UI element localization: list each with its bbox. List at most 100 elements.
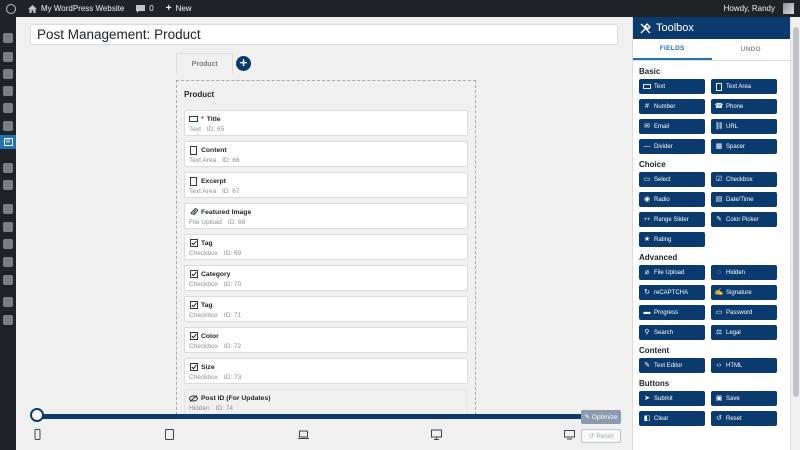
form-field-card[interactable]: Tag Checkbox ID: 69 <box>184 234 468 260</box>
add-field-button-radio[interactable]: ◉ Radio <box>639 192 705 207</box>
tab-product[interactable]: Product <box>176 53 233 73</box>
form-field-card[interactable]: Size Checkbox ID: 73 <box>184 358 468 384</box>
magic-wand-icon: ✎ <box>584 414 590 421</box>
field-id: ID: 66 <box>222 157 240 164</box>
preview-width-slider[interactable] <box>36 414 586 419</box>
add-field-button-recaptcha[interactable]: ↻ reCAPTCHA <box>639 285 705 300</box>
add-field-button-label: Signature <box>726 289 752 296</box>
collapse-menu-icon[interactable] <box>3 315 13 325</box>
tablet-device-icon[interactable] <box>164 429 175 440</box>
text-field-icon <box>643 83 651 90</box>
add-field-button-phone[interactable]: ☎ Phone <box>711 99 777 114</box>
add-field-button-progress[interactable]: ▬ Progress <box>639 305 705 320</box>
settings-menu-icon[interactable] <box>3 275 13 285</box>
add-field-button-text-area[interactable]: Text Area <box>711 79 777 94</box>
form-title-input[interactable] <box>30 24 618 45</box>
add-field-button-clear[interactable]: ◧ Clear <box>639 411 705 426</box>
admin-menu: W <box>0 17 16 450</box>
wordpress-logo-icon[interactable] <box>0 0 22 17</box>
add-field-button-rating[interactable]: ★ Rating <box>639 232 705 247</box>
toolbox-section-title: Choice <box>639 160 666 169</box>
add-field-button-label: Phone <box>726 103 744 110</box>
field-meta: Text ID: 65 <box>189 126 463 133</box>
form-field-card[interactable]: * Title Text ID: 65 <box>184 110 468 136</box>
optimize-button[interactable]: ✎ Optimize <box>581 410 621 424</box>
add-field-button-spacer[interactable]: ▦ Spacer <box>711 139 777 154</box>
add-field-button-date-time[interactable]: ▤ Date/Time <box>711 192 777 207</box>
add-field-button-file-upload[interactable]: ⌀ File Upload <box>639 265 705 280</box>
field-type: Checkbox <box>189 281 218 288</box>
toolbox-section-title: Advanced <box>639 253 678 262</box>
field-card-header: Post ID (For Updates) <box>189 393 463 403</box>
form-field-card[interactable]: Color Checkbox ID: 72 <box>184 327 468 353</box>
comments-menu-icon[interactable] <box>3 103 13 113</box>
comments-link[interactable]: 0 <box>130 0 159 17</box>
textarea-icon <box>189 145 198 155</box>
tab-fields[interactable]: FIELDS <box>633 39 712 60</box>
products-menu-icon[interactable] <box>3 180 13 190</box>
add-field-button-reset[interactable]: ↺ Reset <box>711 411 777 426</box>
add-field-button-number[interactable]: # Number <box>639 99 705 114</box>
add-field-button-select[interactable]: ▭ Select <box>639 172 705 187</box>
add-field-button-submit[interactable]: ➤ Submit <box>639 391 705 406</box>
new-content-link[interactable]: + New <box>160 0 198 17</box>
add-field-button-signature[interactable]: ✍ Signature <box>711 285 777 300</box>
form-builder-menu-icon[interactable]: W <box>0 135 16 149</box>
widescreen-device-icon[interactable] <box>564 429 575 440</box>
form-field-card[interactable]: Excerpt Text Area ID: 67 <box>184 172 468 198</box>
add-field-button-color-picker[interactable]: ✎ Color Picker <box>711 212 777 227</box>
tab-undo[interactable]: UNDO <box>712 39 791 60</box>
add-field-button-url[interactable]: ⛓ URL <box>711 119 777 134</box>
form-field-card[interactable]: Tag Checkbox ID: 71 <box>184 296 468 322</box>
slider-handle[interactable] <box>30 408 44 422</box>
dashboard-menu-icon[interactable] <box>3 33 13 43</box>
add-field-button-email[interactable]: ✉ Email <box>639 119 705 134</box>
appearance-menu-icon[interactable] <box>3 204 13 214</box>
extra-menu-icon[interactable] <box>3 297 13 307</box>
add-field-button-hidden[interactable]: ◌ Hidden <box>711 265 777 280</box>
paperclip-icon <box>189 207 198 216</box>
add-field-button-text[interactable]: Text <box>639 79 705 94</box>
desktop-device-icon[interactable] <box>431 429 442 440</box>
toolbox-section-title: Basic <box>639 67 661 76</box>
reset-button[interactable]: ↺ Reset <box>581 429 621 443</box>
form-field-card[interactable]: Category Checkbox ID: 70 <box>184 265 468 291</box>
add-field-button-legal[interactable]: ⚖ Legal <box>711 325 777 340</box>
tools-menu-icon[interactable] <box>3 257 13 267</box>
field-card-header: Size <box>189 362 463 372</box>
posts-menu-icon[interactable] <box>3 52 13 62</box>
add-field-button-checkbox[interactable]: ☑ Checkbox <box>711 172 777 187</box>
users-menu-icon[interactable] <box>3 239 13 249</box>
scrollbar-thumb[interactable] <box>793 27 799 397</box>
password-icon: ▭ <box>715 309 723 316</box>
add-tab-button[interactable]: + <box>236 56 251 71</box>
add-field-button-html[interactable]: ‹› HTML <box>711 358 777 373</box>
page-scrollbar[interactable] <box>790 17 800 450</box>
field-type: Checkbox <box>189 374 218 381</box>
account-menu[interactable]: Howdy, Randy <box>718 0 800 17</box>
field-meta: Checkbox ID: 70 <box>189 281 463 288</box>
site-name-link[interactable]: My WordPress Website <box>22 0 130 17</box>
add-field-button-label: Rating <box>654 236 672 243</box>
required-asterisk: * <box>201 115 204 123</box>
form-field-card[interactable]: Content Text Area ID: 66 <box>184 141 468 167</box>
add-field-button-label: Divider <box>654 143 673 150</box>
add-field-button-range-slider[interactable]: ⇿ Range Slider <box>639 212 705 227</box>
pin-menu-icon[interactable] <box>3 121 13 131</box>
plugins-menu-icon[interactable] <box>3 222 13 232</box>
phone-device-icon[interactable] <box>32 429 43 440</box>
laptop-device-icon[interactable] <box>298 429 309 440</box>
pages-menu-icon[interactable] <box>3 86 13 96</box>
add-field-button-label: Hidden <box>726 269 746 276</box>
plus-icon: + <box>239 55 248 70</box>
add-field-button-search[interactable]: ⚲ Search <box>639 325 705 340</box>
add-field-button-text-editor[interactable]: ✎ Text Editor <box>639 358 705 373</box>
woocommerce-menu-icon[interactable] <box>3 163 13 173</box>
form-field-card[interactable]: Featured Image File Upload ID: 68 <box>184 203 468 229</box>
form-field-card[interactable]: Post ID (For Updates) Hidden ID: 74 <box>184 389 468 414</box>
add-field-button-divider[interactable]: — Divider <box>639 139 705 154</box>
text-field-icon <box>189 115 198 123</box>
add-field-button-save[interactable]: ▣ Save <box>711 391 777 406</box>
media-menu-icon[interactable] <box>3 69 13 79</box>
add-field-button-password[interactable]: ▭ Password <box>711 305 777 320</box>
